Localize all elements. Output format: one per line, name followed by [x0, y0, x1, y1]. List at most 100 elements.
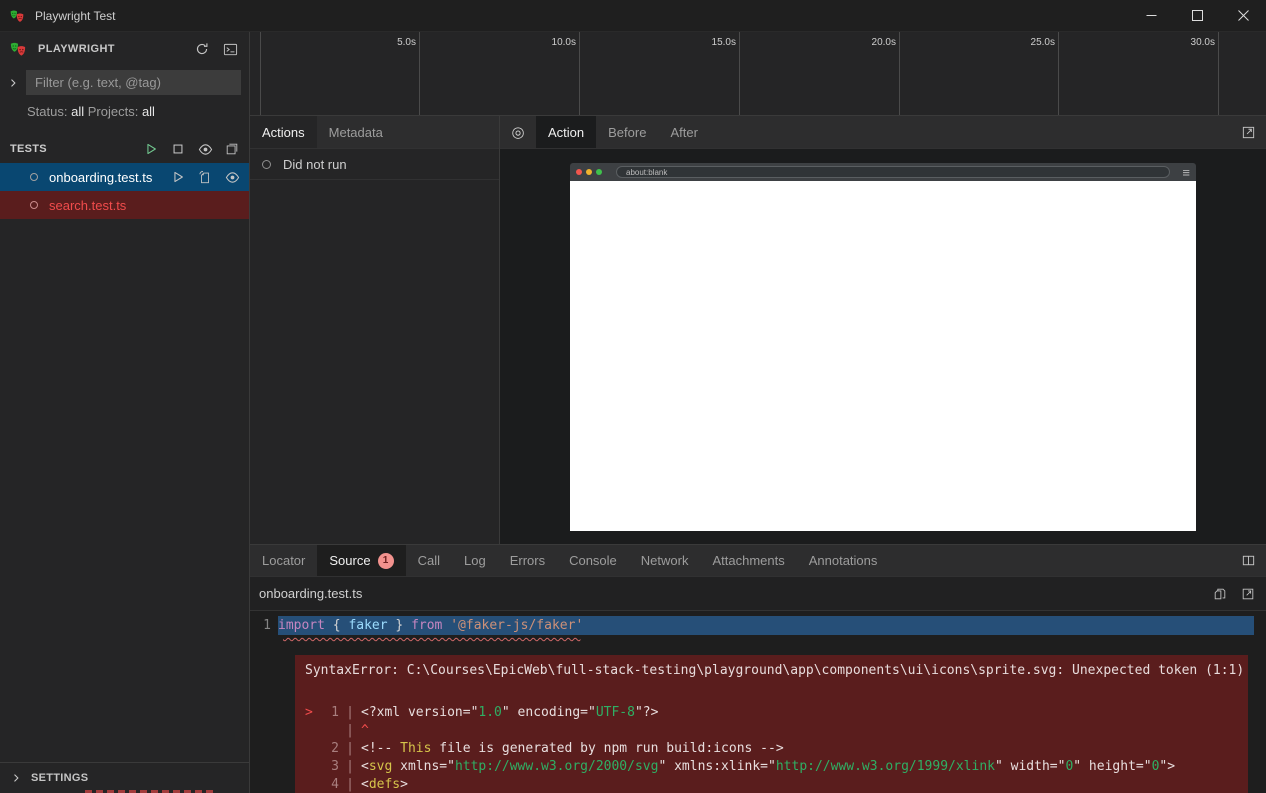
tab-locator[interactable]: Locator: [250, 545, 317, 576]
error-message: SyntaxError: C:\Courses\EpicWeb\full-sta…: [305, 662, 1242, 680]
source-view[interactable]: 1 import { faker } from '@faker-js/faker…: [250, 611, 1266, 793]
window-controls: [1128, 0, 1266, 31]
test-file-name: search.test.ts: [49, 198, 126, 213]
test-file-row-search[interactable]: search.test.ts: [0, 191, 249, 219]
traffic-light-yellow-icon: [586, 169, 592, 175]
test-file-name: onboarding.test.ts: [49, 170, 152, 185]
code-frame-caret-line: | ^: [305, 722, 1242, 740]
tab-console[interactable]: Console: [557, 545, 629, 576]
tab-log[interactable]: Log: [452, 545, 498, 576]
tests-section-header: TESTS: [0, 135, 249, 163]
sidebar-brand-label: PLAYWRIGHT: [38, 43, 115, 55]
did-not-run-label: Did not run: [283, 157, 347, 172]
timeline[interactable]: 5.0s 10.0s 15.0s 20.0s 25.0s 30.0s: [250, 32, 1266, 116]
test-status-icon: [30, 201, 38, 209]
details-tabs: Locator Source 1 Call Log Errors Console…: [250, 545, 1266, 577]
tab-before[interactable]: Before: [596, 116, 658, 148]
sidebar-header: PLAYWRIGHT: [0, 32, 249, 62]
timeline-gridline: 10.0s: [579, 32, 580, 115]
actions-pane-tabs: Actions Metadata: [250, 116, 499, 149]
timeline-gridline: 20.0s: [899, 32, 900, 115]
tests-header-label: TESTS: [10, 143, 47, 155]
source-error-badge: 1: [378, 553, 394, 569]
error-squiggle: [283, 635, 1266, 643]
open-source-file-icon[interactable]: [196, 168, 214, 186]
timeline-gridline: 5.0s: [419, 32, 420, 115]
actions-pane: Actions Metadata Did not run: [250, 116, 500, 544]
source-file-header: onboarding.test.ts: [250, 577, 1266, 611]
collapse-all-icon[interactable]: [223, 140, 241, 158]
watch-test-icon[interactable]: [223, 168, 241, 186]
minimize-button[interactable]: [1128, 0, 1174, 31]
browser-menu-icon: ≡: [1182, 166, 1190, 179]
watch-all-icon[interactable]: [196, 140, 214, 158]
timeline-tick-label: 5.0s: [397, 37, 416, 48]
settings-chevron-icon: [10, 772, 22, 784]
status-value: all: [71, 104, 84, 119]
open-snapshot-external-icon[interactable]: [1230, 116, 1266, 148]
tab-attachments[interactable]: Attachments: [700, 545, 796, 576]
tab-annotations[interactable]: Annotations: [797, 545, 890, 576]
timeline-tick-label: 15.0s: [712, 37, 736, 48]
timeline-gridline: 25.0s: [1058, 32, 1059, 115]
filter-chevron-icon[interactable]: [0, 77, 26, 89]
terminal-icon[interactable]: [221, 40, 239, 58]
main-area: 5.0s10.0s15.0s20.0s25.0s30.0s Actions Me…: [250, 32, 1266, 793]
timeline-tick-label: 30.0s: [1191, 37, 1215, 48]
settings-label: SETTINGS: [31, 772, 88, 784]
source-line-code: import { faker } from '@faker-js/faker': [278, 616, 1254, 635]
snapshot-pane: ◎ Action Before After: [500, 116, 1266, 544]
title-bar: Playwright Test: [0, 0, 1266, 32]
run-all-icon[interactable]: [142, 140, 160, 158]
projects-value: all: [142, 104, 155, 119]
tab-action[interactable]: Action: [536, 116, 596, 148]
tab-after[interactable]: After: [658, 116, 709, 148]
close-button[interactable]: [1220, 0, 1266, 31]
reload-tests-icon[interactable]: [193, 40, 211, 58]
snapshot-pane-tabs: ◎ Action Before After: [500, 116, 1266, 149]
actions-list: Did not run: [250, 149, 499, 544]
code-frame-line: 3 | <svg xmlns="http://www.w3.org/2000/s…: [305, 758, 1242, 776]
test-file-row-onboarding[interactable]: onboarding.test.ts: [0, 163, 249, 191]
address-bar: about:blank: [616, 166, 1170, 178]
tab-metadata[interactable]: Metadata: [317, 116, 395, 148]
settings-section[interactable]: SETTINGS: [0, 762, 249, 793]
not-run-status-icon: [262, 160, 271, 169]
syntax-error-block: SyntaxError: C:\Courses\EpicWeb\full-sta…: [295, 655, 1248, 793]
status-label: Status:: [27, 104, 67, 119]
playwright-logo-icon: [9, 8, 25, 24]
open-file-external-icon[interactable]: [1239, 585, 1257, 603]
sidebar: PLAYWRIGHT Status: all Projects: all: [0, 32, 250, 793]
filter-input[interactable]: [26, 70, 241, 95]
workspace: Actions Metadata Did not run ◎ Action Be…: [250, 116, 1266, 545]
line-number: 1: [250, 616, 278, 635]
timeline-gridline: 15.0s: [739, 32, 740, 115]
tab-call[interactable]: Call: [406, 545, 452, 576]
code-frame-line: 4 | <defs>: [305, 776, 1242, 793]
filter-section: [0, 62, 249, 99]
test-status-icon: [30, 173, 38, 181]
traffic-light-green-icon: [596, 169, 602, 175]
window-title: Playwright Test: [35, 9, 115, 23]
split-view-icon[interactable]: [1230, 545, 1266, 576]
timeline-tick-label: 25.0s: [1031, 37, 1055, 48]
pick-locator-icon[interactable]: ◎: [500, 116, 536, 148]
tab-actions[interactable]: Actions: [250, 116, 317, 148]
code-frame-line: > 1 | <?xml version="1.0" encoding="UTF-…: [305, 704, 1242, 722]
tab-network[interactable]: Network: [629, 545, 701, 576]
snapshot-view: about:blank ≡: [500, 149, 1266, 544]
run-test-icon[interactable]: [169, 168, 187, 186]
filter-status-line[interactable]: Status: all Projects: all: [0, 99, 249, 129]
browser-toolbar: about:blank ≡: [570, 163, 1196, 181]
tab-errors[interactable]: Errors: [498, 545, 557, 576]
copy-icon[interactable]: [1211, 585, 1229, 603]
stop-icon[interactable]: [169, 140, 187, 158]
did-not-run-row[interactable]: Did not run: [250, 149, 499, 180]
page-url: about:blank: [626, 168, 667, 177]
details-panel: Locator Source 1 Call Log Errors Console…: [250, 545, 1266, 793]
timeline-tick-label: 20.0s: [872, 37, 896, 48]
maximize-button[interactable]: [1174, 0, 1220, 31]
page-content: [570, 181, 1196, 531]
projects-label: Projects:: [88, 104, 139, 119]
tab-source[interactable]: Source 1: [317, 545, 405, 576]
